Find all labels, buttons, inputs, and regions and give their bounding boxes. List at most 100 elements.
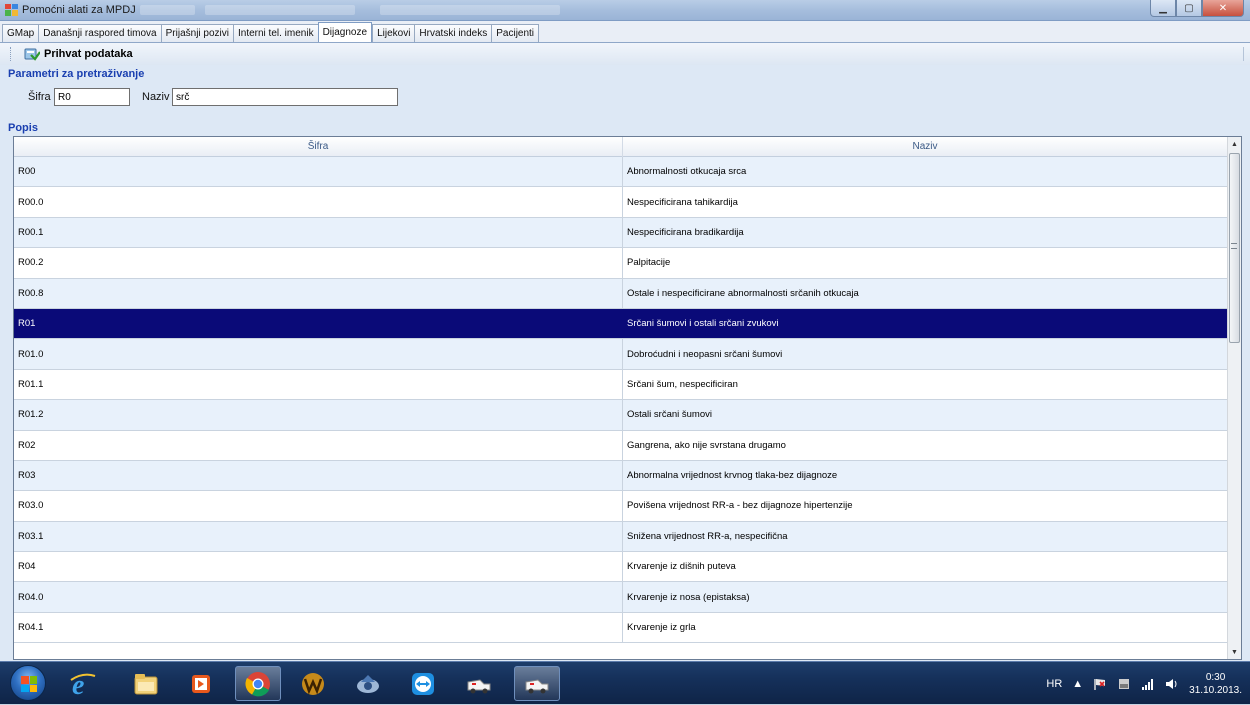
scroll-up-arrow-icon: ▲	[1231, 140, 1238, 148]
naziv-label: Naziv	[142, 91, 170, 103]
minimize-button[interactable]: ▁	[1150, 0, 1176, 17]
start-button[interactable]	[10, 665, 46, 701]
cell-naziv: Ostali srčani šumovi	[623, 400, 1228, 430]
volume-icon[interactable]	[1165, 677, 1179, 691]
language-indicator[interactable]: HR	[1046, 678, 1062, 690]
cell-sifra: R03.1	[14, 521, 623, 552]
accept-data-button[interactable]: Prihvat podataka	[24, 46, 133, 62]
tab-dijagnoze[interactable]: Dijagnoze	[317, 22, 373, 42]
scroll-down-arrow-icon: ▼	[1231, 648, 1238, 656]
table-row[interactable]: R00.1 Nespecificirana bradikardija	[14, 217, 1228, 249]
cell-sifra: R00.1	[14, 217, 623, 248]
cell-naziv: Abnormalnosti otkucaja srca	[623, 157, 1228, 187]
scroll-down-button[interactable]: ▼	[1228, 645, 1241, 659]
grid-vertical-scrollbar[interactable]: ▲ ▼	[1227, 137, 1241, 659]
blurred-title-segment	[205, 5, 355, 15]
tab-interni-tel-imenik[interactable]: Interni tel. imenik	[232, 24, 318, 42]
table-row[interactable]: R00.0 Nespecificirana tahikardija	[14, 187, 1228, 218]
action-center-flag-icon[interactable]	[1093, 677, 1107, 691]
tab-gmap[interactable]: GMap	[2, 24, 39, 42]
cell-sifra: R01	[14, 308, 623, 339]
column-header-sifra[interactable]: Šifra	[14, 137, 623, 157]
tab-hrvatski-indeks[interactable]: Hrvatski indeks	[414, 24, 492, 42]
cell-sifra: R00.8	[14, 278, 623, 308]
tab-danasnji-raspored-timova[interactable]: Današnji raspored timova	[38, 24, 161, 42]
column-header-naziv[interactable]: Naziv	[623, 137, 1228, 157]
blurred-title-segment	[140, 5, 195, 15]
cell-naziv: Nespecificirana bradikardija	[623, 217, 1228, 248]
internet-explorer-icon[interactable]: e	[60, 666, 106, 701]
cell-sifra: R00.0	[14, 187, 623, 217]
sifra-input[interactable]	[54, 88, 130, 106]
cell-naziv: Abnormalna vrijednost krvnog tlaka-bez d…	[623, 460, 1228, 491]
tab-strip: GMap Današnji raspored timova Prijašnji …	[0, 21, 1250, 43]
table-row[interactable]: R00.2 Palpitacije	[14, 248, 1228, 279]
title-bar[interactable]: Pomoćni alati za MPDJ ▁ ▢ ✕	[0, 0, 1250, 21]
grid-header: Šifra Naziv	[14, 137, 1228, 157]
toolbar-end-grip	[1243, 47, 1244, 61]
cell-naziv: Krvarenje iz dišnih puteva	[623, 552, 1228, 582]
network-signal-icon[interactable]	[1141, 677, 1155, 691]
scroll-up-button[interactable]: ▲	[1228, 137, 1241, 151]
ambulance-app-icon[interactable]	[456, 666, 502, 701]
sifra-label: Šifra	[28, 91, 51, 103]
system-tray: HR ▲ 0:30 31.10.2013.	[1046, 662, 1250, 705]
table-row[interactable]: R02 Gangrena, ako nije svrstana drugamo	[14, 430, 1228, 461]
cell-sifra: R03.0	[14, 491, 623, 521]
close-button[interactable]: ✕	[1202, 0, 1244, 17]
app-icon	[5, 4, 18, 16]
cell-naziv: Snižena vrijednost RR-a, nespecifična	[623, 521, 1228, 552]
toolbar: Prihvat podataka	[0, 43, 1250, 65]
cell-sifra: R02	[14, 430, 623, 460]
naziv-input[interactable]	[172, 88, 398, 106]
cell-naziv: Dobroćudni i neopasni srčani šumovi	[623, 339, 1228, 369]
windows-taskbar: e HR ▲ 0:30 31.10.2013.	[0, 661, 1250, 704]
chrome-icon[interactable]	[235, 666, 281, 701]
teamviewer-icon[interactable]	[400, 666, 446, 701]
table-row-selected[interactable]: R01 Srčani šumovi i ostali srčani zvukovi	[14, 308, 1228, 340]
toolbar-grip[interactable]	[10, 47, 12, 61]
table-row[interactable]: R00 Abnormalnosti otkucaja srca	[14, 157, 1228, 188]
maximize-icon: ▢	[1184, 2, 1194, 14]
table-row[interactable]: R01.1 Srčani šum, nespecificiran	[14, 369, 1228, 401]
table-row[interactable]: R04.0 Krvarenje iz nosa (epistaksa)	[14, 582, 1228, 613]
show-hidden-icons-icon[interactable]: ▲	[1072, 678, 1083, 690]
table-row[interactable]: R04.1 Krvarenje iz grla	[14, 612, 1228, 644]
clock[interactable]: 0:30 31.10.2013.	[1189, 671, 1242, 697]
table-row[interactable]: R00.8 Ostale i nespecificirane abnormalno…	[14, 278, 1228, 309]
cell-sifra: R04	[14, 552, 623, 582]
battery-icon[interactable]	[1117, 677, 1131, 691]
table-row[interactable]: R01.0 Dobroćudni i neopasni srčani šumovi	[14, 339, 1228, 370]
diagnoses-grid[interactable]: Šifra Naziv R00 Abnormalnosti otkucaja sr…	[13, 136, 1242, 660]
clock-date: 31.10.2013.	[1189, 684, 1242, 696]
media-player-icon[interactable]	[178, 666, 224, 701]
cell-sifra: R01.0	[14, 339, 623, 369]
cell-naziv: Nespecificirana tahikardija	[623, 187, 1228, 217]
list-section-title: Popis	[8, 122, 38, 134]
table-row[interactable]: R03.1 Snižena vrijednost RR-a, nespecifič…	[14, 521, 1228, 553]
cell-sifra: R04.0	[14, 582, 623, 612]
file-explorer-icon[interactable]	[123, 666, 169, 701]
ambulance-app-active-icon[interactable]	[514, 666, 560, 701]
maximize-button[interactable]: ▢	[1176, 0, 1202, 17]
email-client-icon[interactable]	[345, 666, 391, 701]
tab-prijasnji-pozivi[interactable]: Prijašnji pozivi	[160, 24, 233, 42]
cell-sifra: R03	[14, 460, 623, 491]
minimize-icon: ▁	[1159, 2, 1167, 14]
table-row[interactable]: R04 Krvarenje iz dišnih puteva	[14, 552, 1228, 583]
tab-lijekovi[interactable]: Lijekovi	[372, 24, 415, 42]
tab-pacijenti[interactable]: Pacijenti	[491, 24, 540, 42]
table-row[interactable]: R03 Abnormalna vrijednost krvnog tlaka-be…	[14, 460, 1228, 492]
cell-sifra: R00	[14, 157, 623, 187]
table-row[interactable]: R03.0 Povišena vrijednost RR-a - bez dija…	[14, 491, 1228, 522]
cell-naziv: Srčani šum, nespecificiran	[623, 369, 1228, 400]
search-parameters: Šifra Naziv	[8, 78, 1242, 111]
cell-naziv: Ostale i nespecificirane abnormalnosti s…	[623, 278, 1228, 308]
table-row[interactable]: R01.2 Ostali srčani šumovi	[14, 400, 1228, 431]
window-controls: ▁ ▢ ✕	[1150, 0, 1244, 18]
clock-time: 0:30	[1205, 671, 1226, 683]
cell-naziv: Krvarenje iz nosa (epistaksa)	[623, 582, 1228, 612]
close-icon: ✕	[1218, 2, 1228, 14]
accept-data-icon	[24, 48, 40, 61]
winamp-icon[interactable]	[290, 666, 336, 701]
